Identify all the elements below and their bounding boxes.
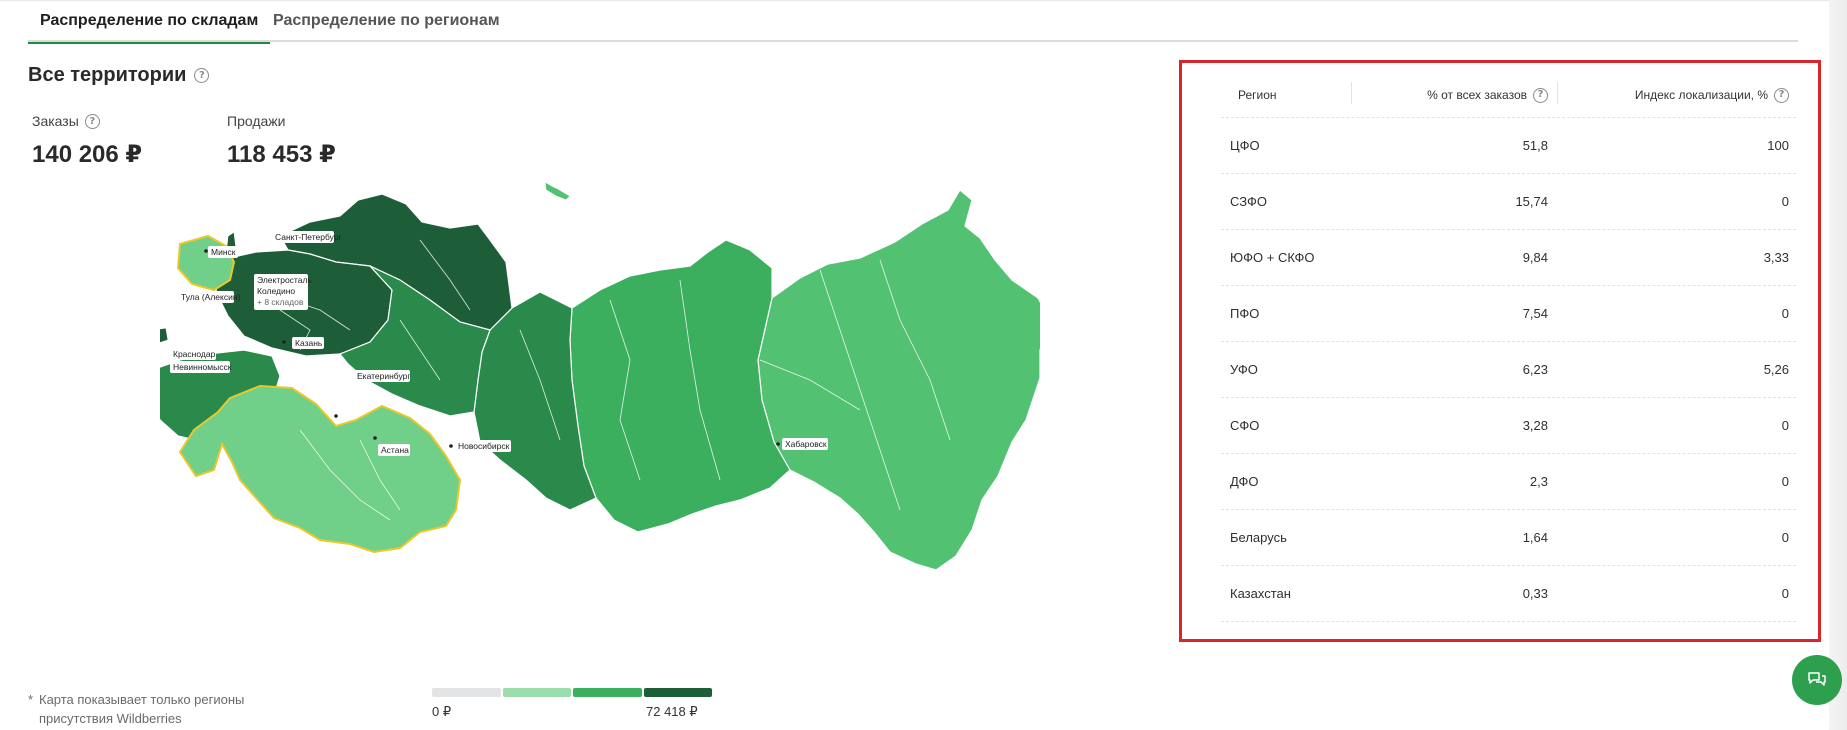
row-pct: 51,8 bbox=[1522, 138, 1548, 153]
row-pct: 0,33 bbox=[1522, 586, 1548, 601]
orders-label: Заказы ? bbox=[32, 113, 100, 129]
legend-max-value: 72 418 ₽ bbox=[646, 704, 698, 719]
header-pct-text: % от всех заказов bbox=[1427, 88, 1527, 102]
row-region: Беларусь bbox=[1230, 530, 1287, 545]
row-index: 0 bbox=[1781, 530, 1789, 545]
map-legend-bar bbox=[432, 688, 712, 697]
table-row[interactable]: СЗФО 15,74 0 bbox=[1221, 174, 1796, 230]
row-index: 0 bbox=[1781, 418, 1789, 433]
header-index-text: Индекс локализации, % bbox=[1634, 88, 1768, 102]
legend-swatch-4 bbox=[643, 688, 712, 697]
row-index: 100 bbox=[1767, 138, 1789, 153]
label-more-warehouses[interactable]: + 8 складов bbox=[257, 297, 304, 307]
label-ekaterinburg[interactable]: Екатеринбург bbox=[357, 371, 410, 381]
row-index: 5,26 bbox=[1763, 362, 1789, 377]
legend-min-value: 0 ₽ bbox=[432, 704, 452, 719]
page-scroll-gutter bbox=[1829, 0, 1847, 730]
footnote-text: Карта показывает только регионы присутст… bbox=[39, 692, 245, 726]
tab-regions[interactable]: Распределение по регионам bbox=[261, 0, 512, 42]
row-region: СЗФО bbox=[1230, 194, 1267, 209]
row-region: ЮФО + СКФО bbox=[1230, 250, 1315, 265]
row-pct: 15,74 bbox=[1515, 194, 1548, 209]
row-region: Казахстан bbox=[1230, 586, 1291, 601]
label-spb[interactable]: Санкт-Петербург bbox=[275, 232, 342, 242]
orders-value: 140 206 ₽ bbox=[32, 141, 143, 168]
row-region: ПФО bbox=[1230, 306, 1260, 321]
map-footnote: * Карта показывает только регионы присут… bbox=[28, 690, 288, 728]
chat-button[interactable] bbox=[1792, 655, 1842, 705]
label-minsk[interactable]: Минск bbox=[211, 247, 236, 257]
map-region-siberia bbox=[569, 239, 791, 533]
table-row[interactable]: Казахстан 0,33 0 bbox=[1221, 566, 1796, 622]
row-pct: 1,64 bbox=[1522, 530, 1548, 545]
label-krasnodar[interactable]: Краснодар bbox=[173, 349, 216, 359]
row-pct: 3,28 bbox=[1522, 418, 1548, 433]
row-index: 0 bbox=[1781, 474, 1789, 489]
sales-value: 118 453 ₽ bbox=[227, 141, 336, 168]
table-header: Регион % от всех заказов ? Индекс локали… bbox=[1221, 72, 1796, 118]
label-koledino[interactable]: Коледино bbox=[257, 286, 295, 296]
legend-swatch-2 bbox=[502, 688, 571, 697]
question-circle-icon[interactable]: ? bbox=[84, 113, 100, 129]
row-index: 0 bbox=[1781, 306, 1789, 321]
table-row[interactable]: ДФО 2,3 0 bbox=[1221, 454, 1796, 510]
table-row[interactable]: Беларусь 1,64 0 bbox=[1221, 510, 1796, 566]
table-row[interactable]: ЦФО 51,8 100 bbox=[1221, 118, 1796, 174]
header-divider bbox=[1351, 82, 1352, 104]
label-kazan[interactable]: Казань bbox=[295, 338, 323, 348]
row-index: 3,33 bbox=[1763, 250, 1789, 265]
header-index[interactable]: Индекс локализации, % ? bbox=[1635, 72, 1789, 118]
row-pct: 9,84 bbox=[1522, 250, 1548, 265]
sales-label-text: Продажи bbox=[227, 113, 286, 129]
table-row[interactable]: УФО 6,23 5,26 bbox=[1221, 342, 1796, 398]
map-region-kazakhstan bbox=[178, 384, 462, 554]
row-pct: 2,3 bbox=[1529, 474, 1548, 489]
row-pct: 6,23 bbox=[1522, 362, 1548, 377]
header-region[interactable]: Регион bbox=[1238, 72, 1277, 118]
table-row[interactable]: ПФО 7,54 0 bbox=[1221, 286, 1796, 342]
map-island-kaliningrad bbox=[160, 327, 169, 344]
label-tula[interactable]: Тула (Алексин) bbox=[181, 292, 241, 302]
tab-bar: Распределение по складам Распределение п… bbox=[28, 0, 1798, 44]
row-region: ЦФО bbox=[1230, 138, 1260, 153]
orders-label-text: Заказы bbox=[32, 113, 79, 129]
map-region-belarus bbox=[176, 234, 236, 292]
legend-swatch-3 bbox=[573, 688, 642, 697]
legend-swatch-1 bbox=[432, 688, 501, 697]
label-astana[interactable]: Астана bbox=[381, 445, 409, 455]
label-elektrostal[interactable]: Электросталь bbox=[257, 275, 312, 285]
footnote-star: * bbox=[28, 692, 34, 707]
table-row[interactable]: СФО 3,28 0 bbox=[1221, 398, 1796, 454]
header-divider bbox=[1557, 82, 1558, 104]
tab-warehouses[interactable]: Распределение по складам bbox=[28, 0, 271, 44]
label-novosibirsk[interactable]: Новосибирск bbox=[458, 441, 510, 451]
row-index: 0 bbox=[1781, 194, 1789, 209]
label-khabarovsk[interactable]: Хабаровск bbox=[785, 439, 827, 449]
table-row[interactable]: ЮФО + СКФО 9,84 3,33 bbox=[1221, 230, 1796, 286]
row-region: ДФО bbox=[1230, 474, 1259, 489]
question-circle-icon[interactable]: ? bbox=[1533, 87, 1548, 103]
question-circle-icon[interactable]: ? bbox=[194, 68, 210, 83]
header-pct[interactable]: % от всех заказов ? bbox=[1427, 72, 1548, 118]
russia-map: Санкт-Петербург Минск Электросталь Колед… bbox=[160, 181, 1040, 571]
map-island-north bbox=[544, 181, 571, 201]
page-title-text: Все территории bbox=[28, 64, 187, 86]
row-region: СФО bbox=[1230, 418, 1260, 433]
map-region-far-east bbox=[757, 189, 1040, 571]
sales-label: Продажи bbox=[227, 113, 285, 129]
row-index: 0 bbox=[1781, 586, 1789, 601]
label-nevinnomyssk[interactable]: Невинномысск bbox=[173, 362, 232, 372]
chat-bubbles-icon bbox=[1808, 672, 1826, 686]
row-region: УФО bbox=[1230, 362, 1258, 377]
page-title: Все территории ? bbox=[28, 64, 210, 87]
question-circle-icon[interactable]: ? bbox=[1774, 87, 1789, 103]
row-pct: 7,54 bbox=[1522, 306, 1548, 321]
